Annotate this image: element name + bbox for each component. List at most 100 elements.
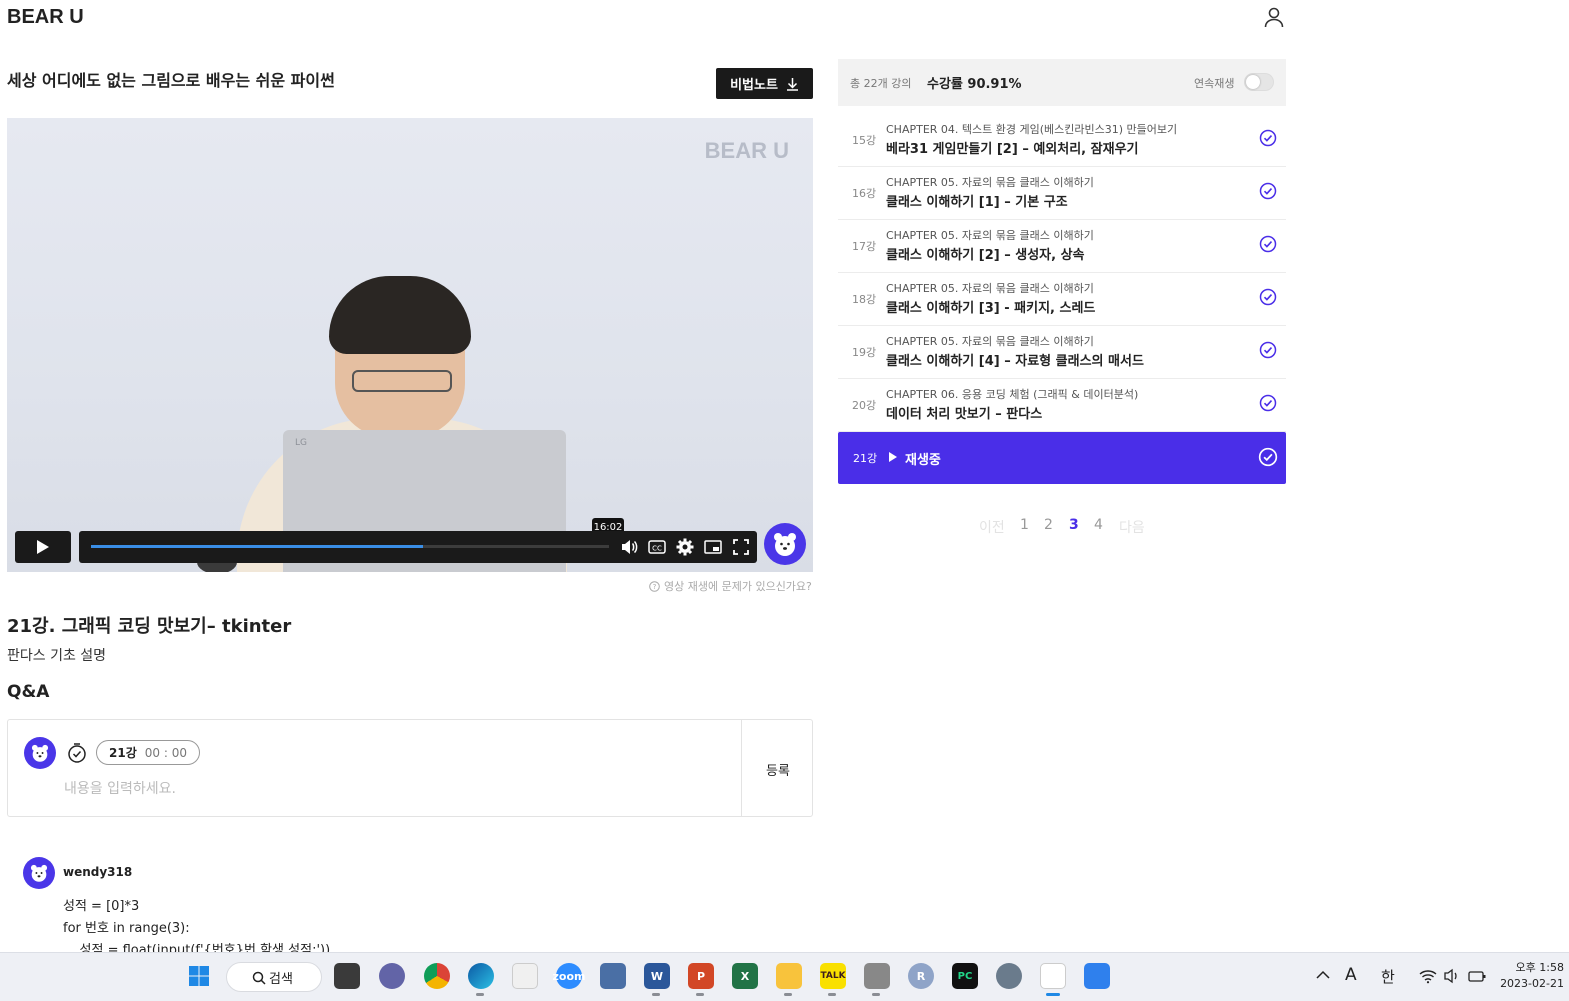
qa-content-input[interactable]: 내용을 입력하세요. xyxy=(64,778,176,798)
clock-date: 2023-02-21 xyxy=(1500,977,1564,990)
lesson-chapter: CHAPTER 04. 텍스트 환경 게임(베스킨라빈스31) 만들어보기 xyxy=(886,123,1178,136)
bear-mascot-icon[interactable] xyxy=(764,523,806,565)
control-bar: CC xyxy=(79,531,757,563)
lesson-number: 20강 xyxy=(852,399,877,412)
lesson-item[interactable]: 16강 CHAPTER 05. 자료의 묶음 클래스 이해하기 클래스 이해하기… xyxy=(838,167,1286,220)
lecture-title: 21강. 그래픽 코딩 맛보기– tkinter xyxy=(7,616,292,637)
page-1[interactable]: 1 xyxy=(1020,517,1029,533)
check-circle-icon xyxy=(1258,447,1278,467)
wifi-icon[interactable] xyxy=(1419,968,1437,984)
ime-mode-indicator[interactable]: A xyxy=(1345,965,1357,985)
completion-rate: 수강률 90.91% xyxy=(927,77,1022,92)
check-circle-icon xyxy=(1259,394,1277,412)
taskbar: 검색 zoom W P X TALK R PC A 한 오후 1:58 2023… xyxy=(0,952,1569,1001)
kakaotalk-icon[interactable]: TALK xyxy=(820,963,846,989)
pycharm-icon[interactable]: PC xyxy=(952,963,978,989)
qa-input-box: 21강 00 : 00 내용을 입력하세요. 등록 xyxy=(7,719,813,817)
course-title: 세상 어디에도 없는 그림으로 배우는 쉬운 파이썬 xyxy=(7,71,335,90)
calculator-icon[interactable] xyxy=(600,963,626,989)
lesson-number: 21강 xyxy=(853,452,878,465)
search-label: 검색 xyxy=(269,971,293,987)
qa-submit-button[interactable]: 등록 xyxy=(766,760,790,779)
running-indicator xyxy=(828,993,836,996)
progress-fill xyxy=(91,545,423,548)
chevron-up-icon[interactable] xyxy=(1316,970,1330,980)
prev-page-button[interactable]: 이전 xyxy=(979,517,1005,537)
lesson-chapter: CHAPTER 06. 응용 코딩 체험 (그래픽 & 데이터분석) xyxy=(886,388,1139,401)
taskbar-search[interactable]: 검색 xyxy=(226,962,322,992)
secret-note-download-button[interactable]: 비법노트 xyxy=(716,68,813,99)
volume-icon[interactable] xyxy=(619,537,639,557)
lesson-number: 18강 xyxy=(852,293,877,306)
settings-gear-icon[interactable] xyxy=(675,537,695,557)
r-app-icon[interactable]: R xyxy=(908,963,934,989)
presenter-glasses xyxy=(352,370,452,392)
zoom-icon[interactable]: zoom xyxy=(553,963,586,989)
page-3-current[interactable]: 3 xyxy=(1069,517,1079,533)
bear-avatar-icon xyxy=(23,857,55,889)
page-2[interactable]: 2 xyxy=(1044,517,1053,533)
snipping-tool-icon[interactable] xyxy=(1040,963,1066,989)
video-problem-text: 영상 재생에 문제가 있으신가요? xyxy=(664,580,812,593)
logo[interactable]: BEAR U xyxy=(7,6,84,29)
fullscreen-icon[interactable] xyxy=(731,537,751,557)
lesson-name: 클래스 이해하기 [1] – 기본 구조 xyxy=(886,195,1068,210)
edge-icon[interactable] xyxy=(468,963,494,989)
lesson-number: 15강 xyxy=(852,134,877,147)
lesson-item[interactable]: 17강 CHAPTER 05. 자료의 묶음 클래스 이해하기 클래스 이해하기… xyxy=(838,220,1286,273)
ime-language-indicator[interactable]: 한 xyxy=(1381,966,1395,987)
lesson-item[interactable]: 19강 CHAPTER 05. 자료의 묶음 클래스 이해하기 클래스 이해하기… xyxy=(838,326,1286,379)
lesson-item[interactable]: 18강 CHAPTER 05. 자료의 묶음 클래스 이해하기 클래스 이해하기… xyxy=(838,273,1286,326)
download-icon xyxy=(786,77,798,91)
check-circle-icon xyxy=(1259,235,1277,253)
autoplay-toggle[interactable] xyxy=(1244,73,1274,91)
active-indicator xyxy=(1046,993,1060,996)
lesson-item[interactable]: 15강 CHAPTER 04. 텍스트 환경 게임(베스킨라빈스31) 만들어보… xyxy=(838,114,1286,167)
top-header: BEAR U xyxy=(0,0,1569,40)
lesson-item[interactable]: 20강 CHAPTER 06. 응용 코딩 체험 (그래픽 & 데이터분석) 데… xyxy=(838,379,1286,432)
notepad-icon[interactable] xyxy=(1084,963,1110,989)
powerpoint-icon[interactable]: P xyxy=(688,963,714,989)
lesson-item-active[interactable]: 21강 재생중 xyxy=(838,432,1286,484)
teams-icon[interactable] xyxy=(379,963,405,989)
picture-in-picture-icon[interactable] xyxy=(703,537,723,557)
next-page-button[interactable]: 다음 xyxy=(1119,517,1145,537)
lesson-number: 16강 xyxy=(852,187,877,200)
lesson-chapter: CHAPTER 05. 자료의 묶음 클래스 이해하기 xyxy=(886,229,1094,242)
page-4[interactable]: 4 xyxy=(1094,517,1103,533)
speaker-icon[interactable] xyxy=(1443,968,1461,984)
video-watermark: BEAR U xyxy=(704,138,789,163)
now-playing-label: 재생중 xyxy=(905,453,941,468)
user-icon[interactable] xyxy=(1262,5,1286,29)
running-indicator xyxy=(696,993,704,996)
comment-line: for 번호 in range(3): xyxy=(63,921,190,936)
running-indicator xyxy=(652,993,660,996)
check-circle-icon xyxy=(1259,341,1277,359)
captions-icon[interactable]: CC xyxy=(647,537,667,557)
timer-icon[interactable] xyxy=(66,742,88,764)
toggle-knob xyxy=(1246,75,1260,89)
progress-bar[interactable] xyxy=(91,545,609,548)
word-icon[interactable]: W xyxy=(644,963,670,989)
chrome-icon[interactable] xyxy=(424,963,450,989)
system-clock[interactable]: 오후 1:58 2023-02-21 xyxy=(1498,960,1564,992)
running-indicator xyxy=(784,993,792,996)
video-problem-link[interactable]: ? 영상 재생에 문제가 있으신가요? xyxy=(649,578,812,594)
total-lessons: 총 22개 강의 xyxy=(850,77,912,90)
lesson-name: 클래스 이해하기 [3] - 패키지, 스레드 xyxy=(886,301,1096,316)
running-indicator xyxy=(476,993,484,996)
video-player[interactable]: BEAR U LG 16:02 CC xyxy=(7,118,813,572)
settings-gear-icon[interactable] xyxy=(996,963,1022,989)
excel-icon[interactable]: X xyxy=(732,963,758,989)
app-icon[interactable] xyxy=(512,963,538,989)
file-explorer-icon[interactable] xyxy=(776,963,802,989)
battery-icon[interactable] xyxy=(1467,968,1487,984)
bear-avatar-icon xyxy=(24,737,56,769)
running-indicator xyxy=(872,993,880,996)
task-view-icon[interactable] xyxy=(334,963,360,989)
microphone-icon[interactable] xyxy=(864,963,890,989)
lesson-number: 19강 xyxy=(852,346,877,359)
timestamp-pill[interactable]: 21강 00 : 00 xyxy=(96,740,200,765)
play-button[interactable] xyxy=(15,531,71,563)
windows-start-icon[interactable] xyxy=(186,963,212,989)
